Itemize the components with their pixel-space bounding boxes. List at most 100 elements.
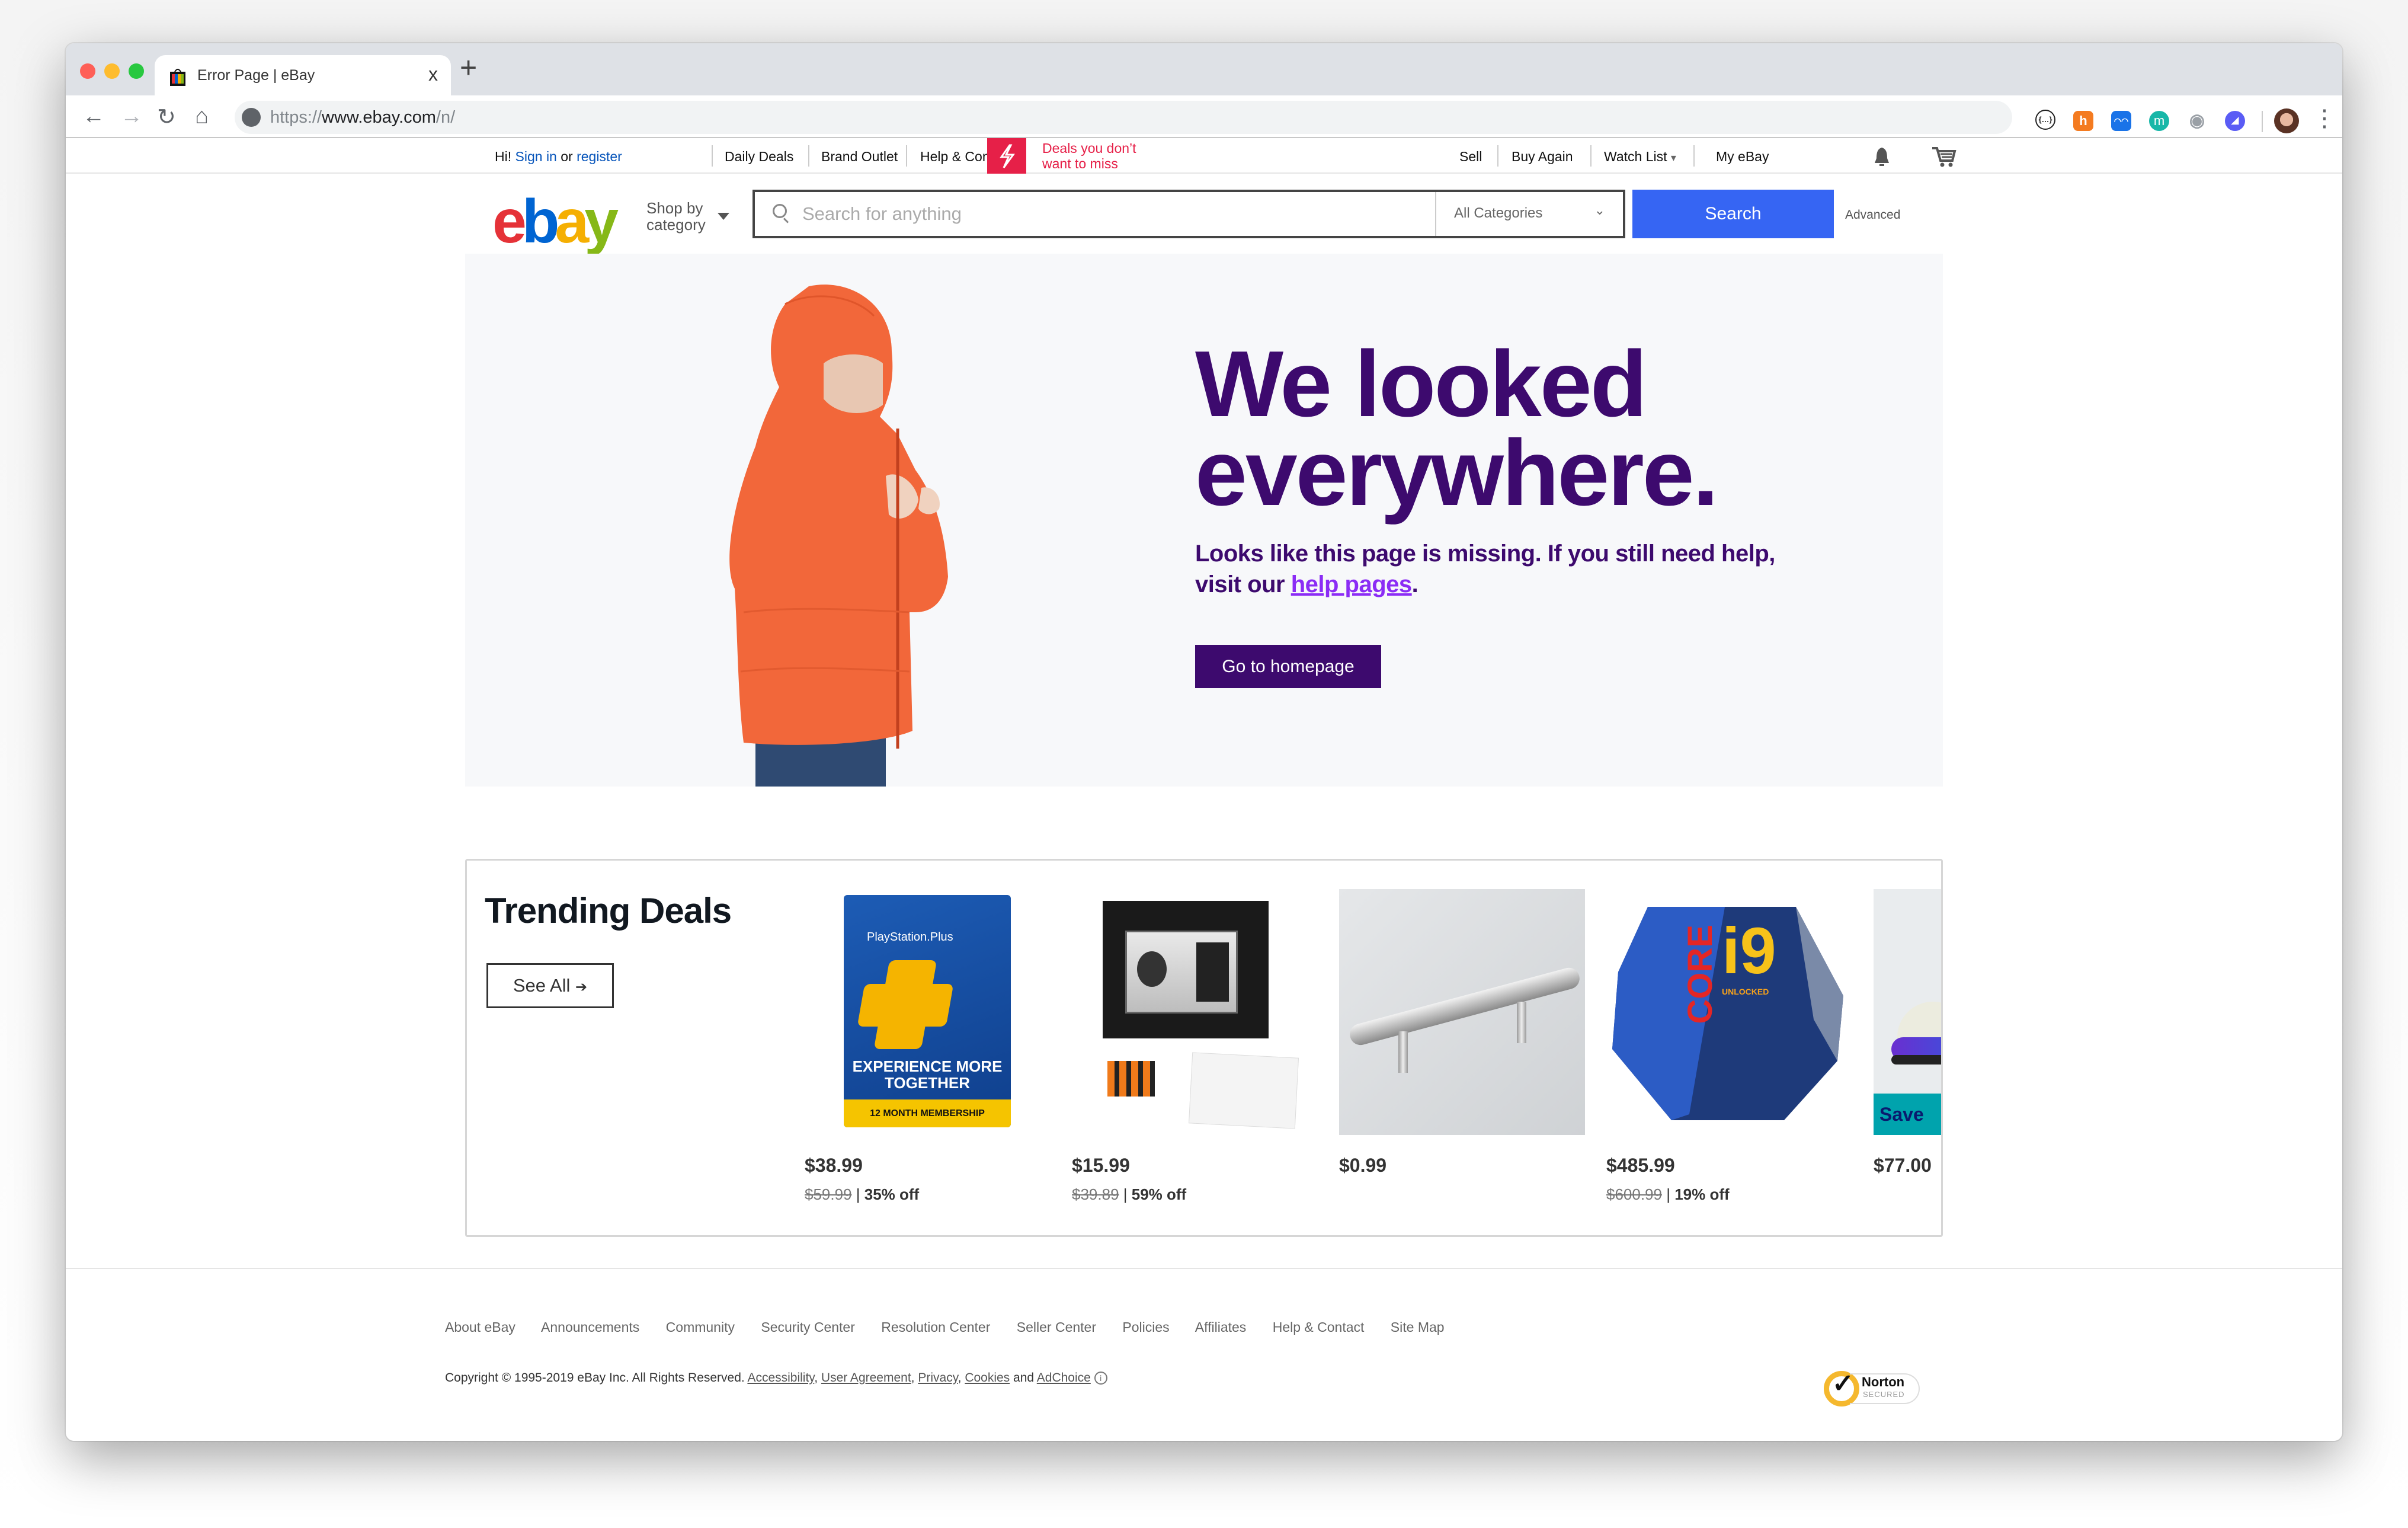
divider — [906, 145, 907, 167]
new-tab-button[interactable]: + — [460, 50, 477, 85]
my-ebay-link[interactable]: My eBay — [1716, 149, 1769, 165]
deal-price: $38.99 — [805, 1155, 863, 1176]
divider — [808, 145, 809, 167]
caret-down-icon — [718, 213, 729, 220]
shop-by-category-button[interactable]: Shop by category — [646, 200, 706, 233]
tab-title: Error Page | eBay — [197, 67, 315, 84]
user-agreement-link[interactable]: User Agreement — [821, 1371, 911, 1385]
category-select[interactable]: All Categories ⌄ — [1435, 192, 1623, 236]
footer-links: About eBay Announcements Community Secur… — [445, 1319, 1467, 1335]
child-in-orange-jacket-image — [729, 284, 948, 787]
tab-bar: Error Page | eBay x + — [66, 43, 2342, 95]
help-pages-link[interactable]: help pages — [1291, 571, 1412, 597]
forward-arrow-icon[interactable]: → — [120, 104, 143, 129]
url-scheme: https:// — [270, 108, 322, 127]
deal-price: $15.99 — [1072, 1155, 1130, 1176]
go-to-homepage-button[interactable]: Go to homepage — [1195, 645, 1381, 688]
error-message: Looks like this page is missing. If you … — [1195, 541, 1775, 597]
buy-again-link[interactable]: Buy Again — [1512, 149, 1573, 165]
top-navigation: Hi! Sign in or register Daily Deals Bran… — [66, 138, 2342, 174]
browser-window: Error Page | eBay x + ← → ↻ ⌂ https://ww… — [66, 43, 2342, 1441]
footer-link-security-center[interactable]: Security Center — [761, 1319, 855, 1335]
privacy-link[interactable]: Privacy — [918, 1371, 958, 1385]
search-icon — [773, 204, 787, 218]
browser-toolbar: ← → ↻ ⌂ https://www.ebay.com/n/ — [66, 95, 2342, 138]
daily-deals-link[interactable]: Daily Deals — [725, 149, 793, 165]
globe-icon — [242, 108, 261, 127]
sign-in-link[interactable]: Sign in — [515, 149, 557, 164]
chevron-down-icon: ⌄ — [1594, 203, 1605, 218]
ghostery-extension-icon[interactable]: ◠◠ — [2111, 111, 2131, 131]
adchoice-link[interactable]: AdChoice — [1037, 1371, 1091, 1385]
close-window-button[interactable] — [80, 63, 95, 79]
ebay-logo[interactable]: ebay — [492, 187, 619, 257]
browser-menu-icon[interactable]: ⋮ — [2313, 105, 2336, 132]
greeting: Hi! Sign in or register — [495, 149, 622, 164]
address-bar[interactable]: https://www.ebay.com/n/ — [235, 101, 2012, 134]
deal-price: $0.99 — [1339, 1155, 1387, 1176]
advanced-search-link[interactable]: Advanced — [1845, 208, 1900, 222]
sell-link[interactable]: Sell — [1459, 149, 1482, 165]
footer-link-resolution-center[interactable]: Resolution Center — [881, 1319, 990, 1335]
footer-divider — [66, 1268, 2342, 1269]
back-arrow-icon[interactable]: ← — [82, 104, 105, 129]
cabinet-handle-image — [1339, 889, 1585, 1135]
brand-outlet-link[interactable]: Brand Outlet — [821, 149, 898, 165]
maximize-window-button[interactable] — [129, 63, 144, 79]
norton-secured-badge[interactable]: ✓ Norton SECURED — [1824, 1367, 1922, 1410]
adchoice-info-icon[interactable]: i — [1094, 1372, 1107, 1385]
camera-extension-icon[interactable]: ◉ — [2187, 111, 2207, 131]
divider — [1590, 145, 1592, 167]
error-heading: We looked everywhere. — [1195, 332, 1719, 525]
intel-core-i9-image: CORE i9 UNLOCKED — [1606, 889, 1852, 1135]
register-link[interactable]: register — [577, 149, 622, 164]
deal-original-price: $39.89 | 59% off — [1072, 1185, 1187, 1203]
footer-link-help-contact[interactable]: Help & Contact — [1273, 1319, 1365, 1335]
search-bar: All Categories ⌄ — [752, 190, 1625, 238]
watch-list-link[interactable]: Watch List ▾ — [1604, 149, 1676, 165]
cookies-link[interactable]: Cookies — [965, 1371, 1010, 1385]
deal-price: $77.00 — [1874, 1155, 1932, 1176]
divider — [1693, 145, 1695, 167]
url-text[interactable]: https://www.ebay.com/n/ — [270, 108, 455, 127]
honey-extension-icon[interactable]: h — [2073, 111, 2093, 131]
toolbar-divider — [2262, 111, 2263, 132]
deals-lightning-icon[interactable] — [987, 138, 1026, 174]
see-all-button[interactable]: See All ➔ — [486, 963, 614, 1008]
mercury-extension-icon[interactable]: m — [2149, 111, 2169, 131]
footer-link-affiliates[interactable]: Affiliates — [1195, 1319, 1247, 1335]
cart-icon[interactable] — [1931, 146, 1957, 168]
reload-icon[interactable]: ↻ — [157, 104, 176, 130]
astro-extension-icon[interactable]: ◢ — [2225, 111, 2245, 131]
json-viewer-extension-icon[interactable]: {…} — [2035, 110, 2055, 130]
site-header: ebay Shop bycategory All Categories ⌄ Se… — [66, 174, 2342, 257]
caret-down-icon: ▾ — [1670, 152, 1676, 164]
sneaker-image: Save — [1874, 889, 1941, 1135]
footer-link-announcements[interactable]: Announcements — [541, 1319, 639, 1335]
error-hero: We looked everywhere. Looks like this pag… — [465, 254, 1943, 787]
profile-avatar[interactable] — [2274, 108, 2299, 133]
footer-link-site-map[interactable]: Site Map — [1391, 1319, 1445, 1335]
minimize-window-button[interactable] — [104, 63, 120, 79]
electronic-safe-image — [1072, 889, 1318, 1135]
tab-error-page[interactable]: Error Page | eBay x — [155, 55, 451, 95]
footer-link-policies[interactable]: Policies — [1122, 1319, 1169, 1335]
footer-link-seller-center[interactable]: Seller Center — [1017, 1319, 1096, 1335]
accessibility-link[interactable]: Accessibility — [747, 1371, 814, 1385]
ebay-bag-icon — [170, 69, 185, 86]
ebay-page: Hi! Sign in or register Daily Deals Bran… — [66, 138, 2342, 1441]
copyright: Copyright © 1995-2019 eBay Inc. All Righ… — [445, 1371, 1107, 1385]
url-host: www.ebay.com — [322, 108, 436, 127]
divider — [1497, 145, 1498, 167]
home-icon[interactable]: ⌂ — [195, 104, 209, 129]
deals-promo-link[interactable]: Deals you don’t want to miss — [1042, 140, 1136, 171]
deal-original-price: $59.99 | 35% off — [805, 1185, 920, 1203]
footer-link-about-ebay[interactable]: About eBay — [445, 1319, 515, 1335]
search-button[interactable]: Search — [1632, 190, 1834, 238]
notification-bell-icon[interactable] — [1873, 146, 1891, 168]
footer-link-community[interactable]: Community — [666, 1319, 735, 1335]
search-input[interactable] — [802, 200, 1407, 228]
tab-close-icon[interactable]: x — [428, 63, 438, 85]
deal-original-price: $600.99 | 19% off — [1606, 1185, 1730, 1203]
divider — [712, 145, 713, 167]
